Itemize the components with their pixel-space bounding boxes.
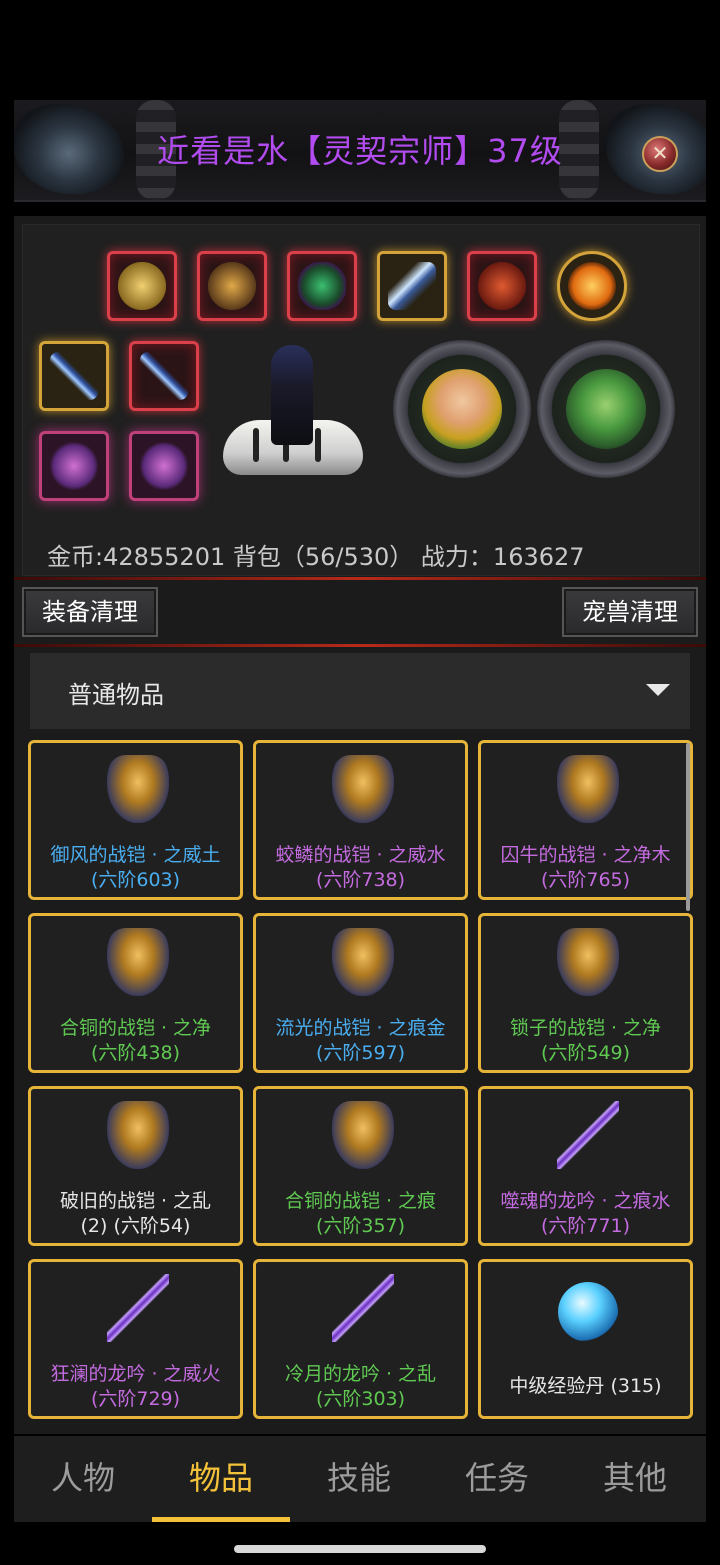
armor-icon	[332, 755, 394, 823]
equipment-area: 金币:42855201 背包（56/530） 战力：163627	[22, 224, 700, 576]
necklace-icon	[298, 262, 346, 310]
item-cell[interactable]: 冷月的龙吟 · 之乱 (六阶303)	[253, 1259, 468, 1419]
armor-icon	[332, 1101, 394, 1169]
armor-icon	[107, 1101, 169, 1169]
equip-slot-weapon-ornament[interactable]	[377, 251, 447, 321]
tab-character[interactable]: 人物	[14, 1436, 152, 1522]
pet-turtle-icon	[566, 369, 646, 449]
armor-icon	[107, 755, 169, 823]
item-name: 合铜的战铠 · 之净 (六阶438)	[59, 1017, 212, 1064]
item-cell[interactable]: 中级经验丹 (315)	[478, 1259, 693, 1419]
pet-clean-button[interactable]: 宠兽清理	[562, 587, 698, 637]
item-name: 狂澜的龙吟 · 之威火 (六阶729)	[50, 1363, 221, 1410]
equip-slot-emblem-2[interactable]	[129, 431, 199, 501]
armor-icon	[557, 755, 619, 823]
sword-icon	[140, 352, 188, 400]
player-title: 近看是水【灵契宗师】37级	[157, 132, 563, 170]
equip-clean-button[interactable]: 装备清理	[22, 587, 158, 637]
pet-boy-icon	[422, 369, 502, 449]
tab-skills[interactable]: 技能	[290, 1436, 428, 1522]
pet-portrait-boy[interactable]	[393, 340, 531, 478]
item-cell[interactable]: 狂澜的龙吟 · 之威火 (六阶729)	[28, 1259, 243, 1419]
item-name: 噬魂的龙吟 · 之痕水 (六阶771)	[500, 1190, 671, 1237]
item-cell[interactable]: 锁子的战铠 · 之净 (六阶549)	[478, 913, 693, 1073]
item-cell[interactable]: 御风的战铠 · 之威土 (六阶603)	[28, 740, 243, 900]
inventory-panel: 金币:42855201 背包（56/530） 战力：163627 装备清理 宠兽…	[14, 216, 706, 1434]
armor-icon	[557, 928, 619, 996]
home-indicator[interactable]	[234, 1545, 486, 1553]
exp-orb-icon	[558, 1282, 618, 1342]
item-filter-select[interactable]: 普通物品	[30, 653, 690, 729]
item-name: 囚牛的战铠 · 之净木 (六阶765)	[500, 844, 671, 891]
item-cell[interactable]: 囚牛的战铠 · 之净木 (六阶765)	[478, 740, 693, 900]
fire-amulet-icon	[568, 262, 616, 310]
equip-slot-amulet[interactable]	[557, 251, 627, 321]
item-cell[interactable]: 破旧的战铠 · 之乱 (2) (六阶54)	[28, 1086, 243, 1246]
equip-slot-armor[interactable]	[197, 251, 267, 321]
armor-icon	[208, 262, 256, 310]
item-cell[interactable]: 流光的战铠 · 之痕金 (六阶597)	[253, 913, 468, 1073]
item-cell[interactable]: 噬魂的龙吟 · 之痕水 (六阶771)	[478, 1086, 693, 1246]
equip-slot-boots[interactable]	[467, 251, 537, 321]
equip-slot-necklace[interactable]	[287, 251, 357, 321]
chevron-down-icon	[646, 684, 670, 696]
bottom-tab-bar: 人物 物品 技能 任务 其他	[14, 1436, 706, 1522]
spear-icon	[332, 1274, 394, 1342]
item-cell[interactable]: 蛟鳞的战铠 · 之威水 (六阶738)	[253, 740, 468, 900]
tiger-stripe	[253, 428, 259, 462]
equip-slot-sword-2[interactable]	[129, 341, 199, 411]
divider	[14, 577, 706, 580]
item-cell[interactable]: 合铜的战铠 · 之净 (六阶438)	[28, 913, 243, 1073]
equip-slot-sword-1[interactable]	[39, 341, 109, 411]
pet-portrait-turtle[interactable]	[537, 340, 675, 478]
tab-other[interactable]: 其他	[566, 1436, 704, 1522]
item-name: 破旧的战铠 · 之乱 (2) (六阶54)	[59, 1190, 212, 1237]
item-name: 合铜的战铠 · 之痕 (六阶357)	[284, 1190, 437, 1237]
blade-icon	[388, 262, 436, 310]
item-cell[interactable]: 合铜的战铠 · 之痕 (六阶357)	[253, 1086, 468, 1246]
helmet-icon	[118, 262, 166, 310]
equip-slot-helmet[interactable]	[107, 251, 177, 321]
tiger-stripe	[315, 428, 321, 462]
active-tab-indicator	[152, 1517, 290, 1522]
item-name: 蛟鳞的战铠 · 之威水 (六阶738)	[275, 844, 446, 891]
tab-quests[interactable]: 任务	[428, 1436, 566, 1522]
warrior-figure	[271, 345, 313, 445]
armor-icon	[332, 928, 394, 996]
spear-icon	[557, 1101, 619, 1169]
boots-icon	[478, 262, 526, 310]
item-filter-value: 普通物品	[68, 681, 164, 709]
armor-icon	[107, 928, 169, 996]
item-grid: 御风的战铠 · 之威土 (六阶603) 蛟鳞的战铠 · 之威水 (六阶738) 囚牛…	[28, 740, 694, 1424]
item-name: 冷月的龙吟 · 之乱 (六阶303)	[284, 1363, 437, 1410]
scrollbar[interactable]	[686, 743, 690, 911]
item-name: 锁子的战铠 · 之净 (六阶549)	[509, 1017, 662, 1064]
equip-slot-emblem-1[interactable]	[39, 431, 109, 501]
item-name: 御风的战铠 · 之威土 (六阶603)	[50, 844, 221, 891]
emblem-icon	[50, 442, 98, 490]
divider	[14, 644, 706, 647]
close-icon[interactable]: ✕	[642, 136, 678, 172]
player-stats: 金币:42855201 背包（56/530） 战力：163627	[47, 543, 585, 571]
item-name: 流光的战铠 · 之痕金 (六阶597)	[275, 1017, 446, 1064]
spear-icon	[107, 1274, 169, 1342]
emblem-icon	[140, 442, 188, 490]
item-name: 中级经验丹 (315)	[509, 1375, 662, 1397]
header-banner: 近看是水【灵契宗师】37级 ✕	[14, 100, 706, 202]
tab-items[interactable]: 物品	[152, 1436, 290, 1522]
character-avatar[interactable]	[223, 345, 368, 475]
sword-icon	[50, 352, 98, 400]
